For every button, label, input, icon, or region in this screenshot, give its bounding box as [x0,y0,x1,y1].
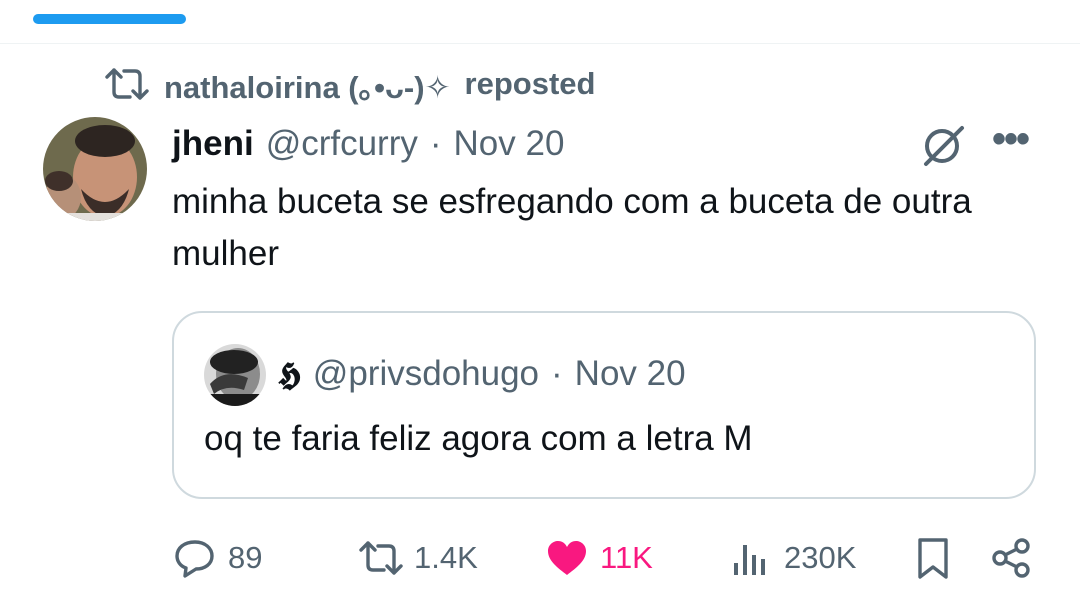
grok-icon [924,126,964,166]
bookmark-icon [918,538,948,579]
tweet-text: minha buceta se esfregando com a buceta … [172,182,972,273]
action-bar: 89 1.4K 11K 230K [172,528,1036,588]
top-strip [0,0,1080,44]
avatar[interactable] [43,117,147,221]
quote-date[interactable]: Nov 20 [575,354,686,394]
quote-separator-dot: · [551,354,563,393]
share-button[interactable] [988,528,1034,588]
repost-context[interactable]: nathaloirina (｡•ᴗ-)✧ reposted [104,62,596,107]
bookmark-button[interactable] [910,528,956,588]
quote-text: oq te faria feliz agora com a letra M [204,419,753,458]
quoted-tweet[interactable]: 𝕳 @privsdohugo · Nov 20 oq te faria feli… [172,311,1036,499]
share-icon [992,538,1030,578]
reply-button[interactable]: 89 [172,528,262,588]
like-icon [548,541,586,575]
tweet-date[interactable]: Nov 20 [454,124,565,164]
quote-header: 𝕳 @privsdohugo · Nov 20 [278,349,686,399]
quote-handle[interactable]: @privsdohugo [313,354,539,394]
more-icon: ••• [991,117,1030,161]
like-button[interactable]: 11K [544,528,653,588]
user-handle[interactable]: @crfcurry [266,124,418,164]
repost-button[interactable]: 1.4K [358,528,478,588]
tweet-header: jheni @crfcurry · Nov 20 [172,120,564,168]
reposter-name[interactable]: nathaloirina (｡•ᴗ-)✧ [164,62,451,107]
views-icon [734,545,765,575]
quote-avatar[interactable] [204,344,266,406]
progress-indicator [33,14,186,24]
reply-count: 89 [228,540,263,575]
repost-count: 1.4K [414,540,478,575]
like-count: 11K [600,540,653,575]
repost-icon [359,541,403,575]
separator-dot: · [429,124,442,163]
views-button[interactable]: 230K [728,528,856,588]
repost-label: reposted [464,66,596,101]
reply-icon [175,540,214,578]
repost-icon [105,68,149,100]
quote-display-name[interactable]: 𝕳 [278,355,301,394]
display-name[interactable]: jheni [172,124,254,164]
grok-button[interactable] [918,122,968,168]
views-count: 230K [784,540,857,575]
more-button[interactable]: ••• [988,119,1032,164]
